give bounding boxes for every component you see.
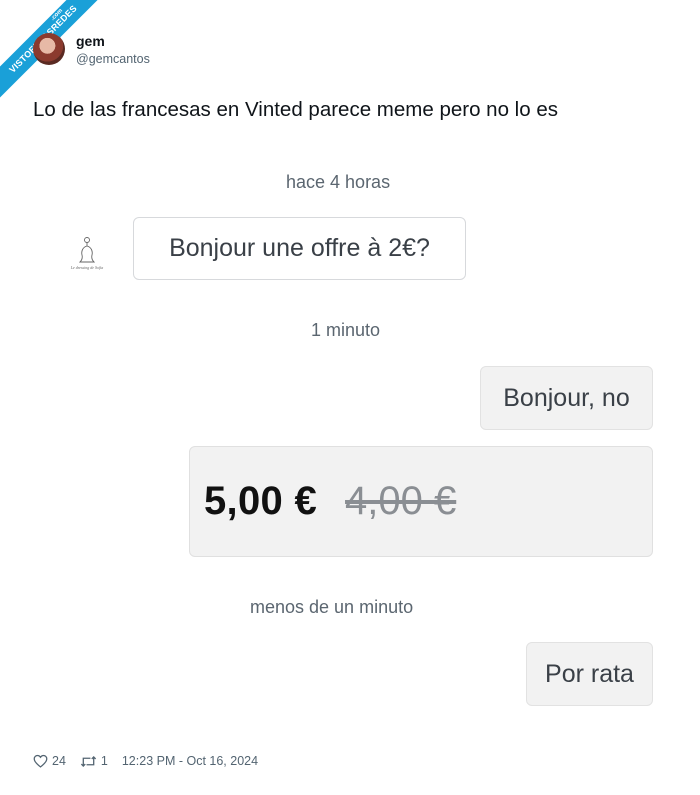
retweet-icon	[80, 755, 97, 767]
tweet-text: Lo de las francesas en Vinted parece mem…	[33, 98, 558, 121]
incoming-message-bubble: Bonjour une offre à 2€?	[133, 217, 466, 280]
outgoing-message-text: Bonjour, no	[503, 383, 630, 412]
shop-logo-text: Le dressing de Sofia	[70, 265, 104, 270]
heart-icon	[33, 754, 48, 768]
retweet-count: 1	[100, 754, 108, 768]
shop-logo: Le dressing de Sofia	[64, 236, 110, 272]
incoming-message-text: Bonjour une offre à 2€?	[169, 234, 430, 262]
hanger-icon	[78, 237, 96, 263]
avatar[interactable]	[33, 33, 65, 65]
chat-time-label: 1 minuto	[311, 320, 381, 340]
offer-new-price: 5,00 €	[204, 479, 318, 523]
price-offer-card: 5,00 € 4,00 €	[189, 446, 653, 557]
tweet-card: VISTOENLASREDES .com gem @gemcantos Lo d…	[0, 0, 700, 795]
offer-old-price: 4,00 €	[345, 479, 457, 523]
like-count: 24	[52, 754, 66, 768]
tweet-footer: 24 1 12:23 PM - Oct 16, 2024	[33, 754, 258, 768]
retweet-button[interactable]: 1	[80, 754, 108, 768]
tweet-timestamp[interactable]: 12:23 PM - Oct 16, 2024	[122, 754, 258, 768]
author-handle[interactable]: @gemcantos	[76, 52, 150, 66]
chat-time-label: menos de un minuto	[250, 597, 414, 617]
outgoing-message-text: Por rata	[545, 659, 634, 688]
chat-time-label: hace 4 horas	[286, 172, 391, 192]
outgoing-message-bubble: Por rata	[526, 642, 653, 706]
author-name[interactable]: gem	[76, 33, 105, 49]
outgoing-message-bubble: Bonjour, no	[480, 366, 653, 430]
like-button[interactable]: 24	[33, 754, 66, 768]
